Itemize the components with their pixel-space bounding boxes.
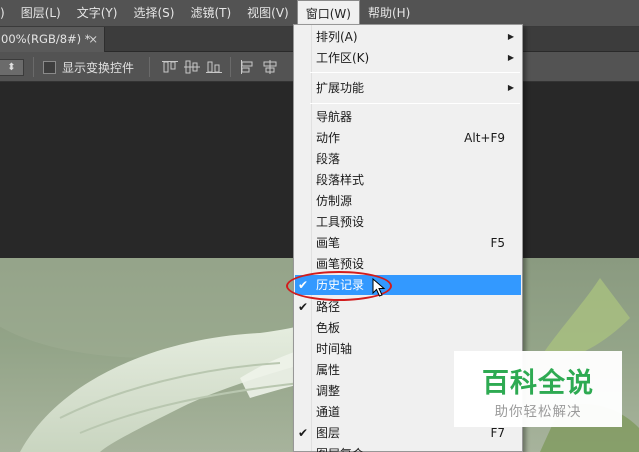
menu-item-shortcut: F5 bbox=[490, 236, 505, 250]
align-vertical-centers-icon[interactable] bbox=[184, 60, 200, 74]
menu-item-label: 工作区(K) bbox=[316, 51, 370, 65]
menu-item-navigator[interactable]: 导航器 bbox=[295, 107, 521, 127]
menu-window[interactable]: 窗口(W) bbox=[296, 0, 360, 27]
menu-item-shortcut: Alt+F9 bbox=[464, 131, 505, 145]
submenu-arrow-icon: ▶ bbox=[507, 32, 514, 41]
menu-item-label: 属性 bbox=[316, 363, 341, 377]
menu-type[interactable]: 文字(Y) bbox=[69, 0, 126, 27]
watermark-badge: 百科全说 助你轻松解决 bbox=[454, 351, 622, 427]
watermark-title: 百科全说 bbox=[482, 368, 594, 399]
menu-item-layer-comps[interactable]: 图层复合 bbox=[295, 444, 521, 452]
menu-select[interactable]: 选择(S) bbox=[125, 0, 182, 27]
options-divider bbox=[33, 57, 34, 77]
menu-item-tool-presets[interactable]: 工具预设 bbox=[295, 212, 521, 232]
align-horizontal-centers-icon[interactable] bbox=[262, 60, 278, 74]
show-transform-checkbox[interactable] bbox=[43, 61, 56, 74]
menu-item-paragraph[interactable]: 段落 bbox=[295, 149, 521, 169]
menu-separator bbox=[310, 103, 520, 104]
menu-item-swatches[interactable]: 色板 bbox=[295, 318, 521, 338]
menu-item-arrange[interactable]: 排列(A) ▶ bbox=[295, 27, 521, 47]
menu-item-label: 时间轴 bbox=[316, 342, 353, 356]
menu-help[interactable]: 帮助(H) bbox=[360, 0, 418, 27]
menu-item-label: 调整 bbox=[316, 384, 341, 398]
menu-item-actions[interactable]: 动作 Alt+F9 bbox=[295, 128, 521, 148]
menu-item-label: 段落 bbox=[316, 152, 341, 166]
menu-item-label: 导航器 bbox=[316, 110, 353, 124]
menu-item-label: 图层 bbox=[316, 426, 341, 440]
menu-item-label: 通道 bbox=[316, 405, 341, 419]
align-left-edges-icon[interactable] bbox=[240, 60, 256, 74]
menu-bar: ) 图层(L) 文字(Y) 选择(S) 滤镜(T) 视图(V) 窗口(W) 帮助… bbox=[0, 0, 639, 27]
menu-item-clone-source[interactable]: 仿制源 bbox=[295, 191, 521, 211]
submenu-arrow-icon: ▶ bbox=[507, 83, 514, 92]
menu-item-label: 段落样式 bbox=[316, 173, 365, 187]
close-tab-icon[interactable]: × bbox=[88, 27, 98, 51]
menu-item-label: 色板 bbox=[316, 321, 341, 335]
align-top-edges-icon[interactable] bbox=[162, 60, 178, 74]
menu-item-label: 图层复合 bbox=[316, 444, 364, 452]
menu-item-label: 仿制源 bbox=[316, 194, 353, 208]
document-tab[interactable]: 00%(RGB/8#) * × bbox=[0, 27, 105, 52]
menu-filter[interactable]: 滤镜(T) bbox=[182, 0, 239, 27]
menu-item-partial[interactable]: ) bbox=[0, 0, 13, 27]
menu-item-workspace[interactable]: 工作区(K) ▶ bbox=[295, 48, 521, 68]
options-divider bbox=[230, 57, 231, 77]
menu-item-brush[interactable]: 画笔 F5 bbox=[295, 233, 521, 253]
submenu-arrow-icon: ▶ bbox=[507, 53, 514, 62]
document-tab-title: 00%(RGB/8#) * bbox=[1, 32, 91, 46]
menu-item-extensions[interactable]: 扩展功能 ▶ bbox=[295, 78, 521, 98]
checkmark-icon: ✔ bbox=[298, 426, 309, 440]
menu-item-label: 画笔 bbox=[316, 236, 341, 250]
menu-item-label: 扩展功能 bbox=[316, 81, 365, 95]
options-divider bbox=[149, 57, 150, 77]
align-bottom-edges-icon[interactable] bbox=[206, 60, 222, 74]
checkmark-icon: ✔ bbox=[298, 300, 309, 314]
watermark-subtitle: 助你轻松解决 bbox=[494, 404, 582, 420]
menu-view[interactable]: 视图(V) bbox=[239, 0, 297, 27]
menu-item-label: 排列(A) bbox=[316, 30, 358, 44]
menu-layer[interactable]: 图层(L) bbox=[13, 0, 69, 27]
menu-separator bbox=[310, 72, 520, 73]
menu-item-label: 工具预设 bbox=[316, 215, 365, 229]
show-transform-label: 显示变换控件 bbox=[62, 61, 135, 75]
tool-preset-stepper[interactable]: ⬍ bbox=[0, 59, 24, 76]
menu-item-paragraph-styles[interactable]: 段落样式 bbox=[295, 170, 521, 190]
mouse-pointer-icon bbox=[372, 278, 386, 297]
menu-item-label: 动作 bbox=[316, 131, 341, 145]
